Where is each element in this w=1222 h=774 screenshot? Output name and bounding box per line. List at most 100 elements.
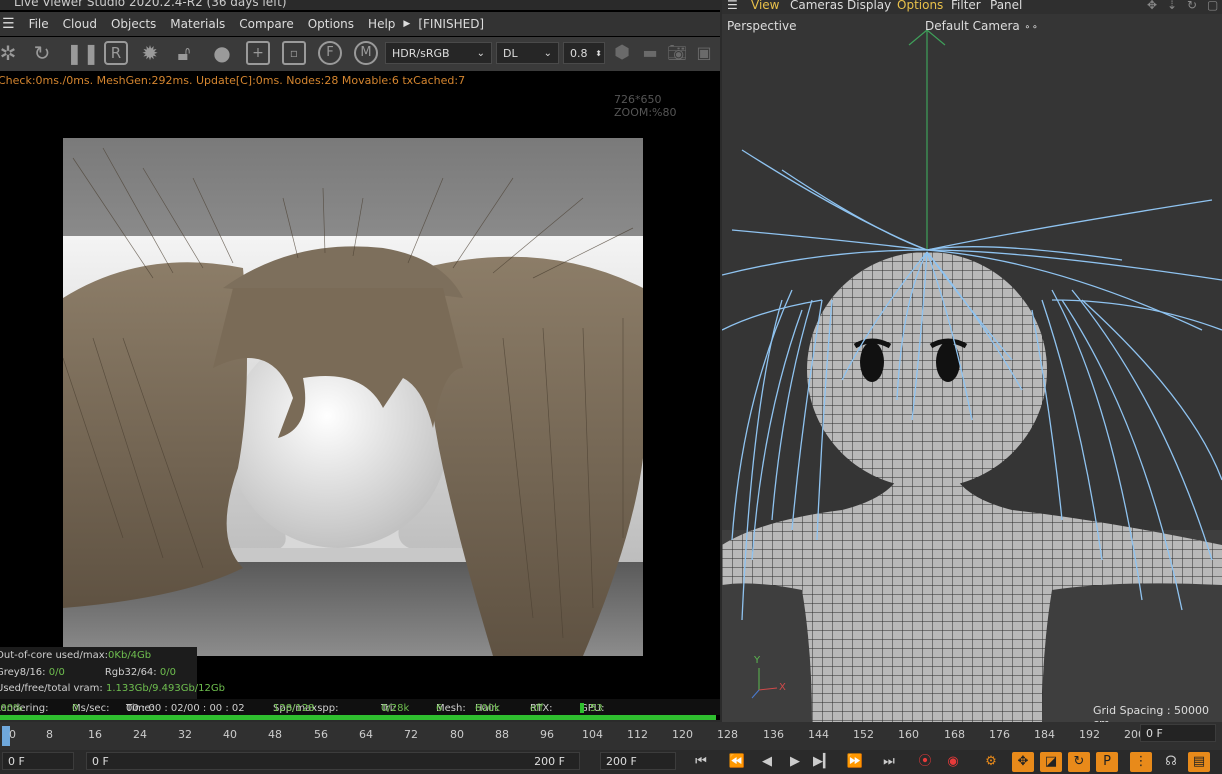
kernel-value: DL bbox=[503, 47, 518, 60]
current-frame-field[interactable]: 0 F bbox=[1140, 724, 1216, 742]
keyframe-selection-icon[interactable]: ⚙ bbox=[980, 752, 1002, 772]
render-state: [FINISHED] bbox=[418, 17, 485, 31]
tick: 184 bbox=[1034, 728, 1055, 741]
live-viewer-panel: Live Viewer Studio 2020.2.4-R2 (36 days … bbox=[0, 0, 720, 720]
go-to-end-icon[interactable]: ⏭ bbox=[878, 752, 900, 772]
clay-mode-icon[interactable]: ▫ bbox=[282, 41, 306, 65]
vram-info: Out-of-core used/max:0Kb/4Gb Grey8/16: 0… bbox=[0, 647, 225, 699]
vp-menu-options[interactable]: Options bbox=[897, 0, 943, 12]
tick: 128 bbox=[717, 728, 738, 741]
exposure-value: 0.8 bbox=[570, 47, 588, 60]
exposure-stepper[interactable]: 0.8 ⬍ bbox=[563, 42, 605, 64]
chevron-down-icon: ⌄ bbox=[476, 48, 485, 59]
preview-range-field[interactable]: 0 F 200 F bbox=[86, 752, 580, 770]
settings-gear-icon[interactable]: ✹ bbox=[138, 41, 162, 65]
hamburger-icon[interactable]: ☰ bbox=[2, 16, 15, 32]
lock-icon[interactable]: 🔓︎ bbox=[172, 41, 196, 65]
tick: 56 bbox=[314, 728, 328, 741]
zoom-view-icon[interactable]: ⇣ bbox=[1167, 0, 1177, 12]
next-key-icon[interactable]: ⏩ bbox=[844, 752, 866, 772]
tick: 72 bbox=[404, 728, 418, 741]
autokey-icon[interactable]: ◉ bbox=[942, 752, 964, 772]
toggle-view-icon[interactable]: ▢ bbox=[1207, 0, 1218, 12]
render-image[interactable] bbox=[63, 138, 643, 656]
send-scene-icon[interactable]: ✲ bbox=[0, 41, 20, 65]
material-ball-icon[interactable]: ● bbox=[210, 41, 234, 65]
axis-x-label: X bbox=[779, 682, 786, 693]
scale-key-icon[interactable]: ◪ bbox=[1040, 752, 1062, 772]
add-region-icon[interactable]: + bbox=[246, 41, 270, 65]
viewport-projection: Perspective bbox=[727, 19, 797, 33]
colorspace-select[interactable]: HDR/sRGB ⌄ bbox=[385, 42, 492, 64]
camera-link-icon: ⚬⚬ bbox=[1023, 23, 1039, 33]
vp-menu-display[interactable]: Display bbox=[847, 0, 891, 12]
stepper-arrows-icon: ⬍ bbox=[595, 49, 602, 58]
record-icon[interactable]: ⦿ bbox=[914, 752, 936, 772]
go-to-start-icon[interactable]: ⏮ bbox=[690, 752, 712, 772]
tick: 144 bbox=[808, 728, 829, 741]
outofcore-row: Out-of-core used/max:0Kb/4Gb bbox=[0, 650, 152, 661]
rotate-view-icon[interactable]: ↻ bbox=[1187, 0, 1197, 12]
film-icon[interactable]: ▬ bbox=[638, 41, 662, 65]
left-eye bbox=[860, 342, 884, 382]
menu-compare[interactable]: Compare bbox=[239, 17, 293, 31]
tick: 88 bbox=[495, 728, 509, 741]
menu-help[interactable]: Help bbox=[368, 17, 395, 31]
previous-key-icon[interactable]: ⏪ bbox=[726, 752, 748, 772]
image-icon[interactable]: ▣ bbox=[692, 41, 716, 65]
app-title: Live Viewer Studio 2020.2.4-R2 (36 days … bbox=[14, 0, 287, 9]
previous-frame-icon[interactable]: ◀ bbox=[756, 752, 778, 772]
render-image-canvas bbox=[63, 138, 643, 656]
title-bar: Live Viewer Studio 2020.2.4-R2 (36 days … bbox=[0, 0, 720, 10]
hexagon-icon[interactable]: ⬢ bbox=[610, 41, 634, 65]
menu-options[interactable]: Options bbox=[308, 17, 354, 31]
region-render-icon[interactable]: R bbox=[104, 41, 128, 65]
tick: 32 bbox=[178, 728, 192, 741]
restart-render-icon[interactable]: ↻ bbox=[30, 41, 54, 65]
colorspace-value: HDR/sRGB bbox=[392, 47, 450, 60]
point-level-icon[interactable]: ⋮ bbox=[1130, 752, 1152, 772]
viewport-canvas bbox=[722, 0, 1222, 722]
vp-menu-filter[interactable]: Filter bbox=[951, 0, 981, 12]
tick: 16 bbox=[88, 728, 102, 741]
material-pick-icon[interactable]: M bbox=[354, 41, 378, 65]
camera-icon[interactable]: 📷︎ bbox=[665, 41, 689, 65]
axis-y-label: Y bbox=[754, 655, 761, 666]
toolbar: ✲ ↻ ❚❚ R ✹ 🔓︎ ● + ▫ F M HDR/sRGB ⌄ DL ⌄ … bbox=[0, 37, 720, 71]
tick: 136 bbox=[763, 728, 784, 741]
perspective-viewport[interactable]: ☰ View Cameras Display Options Filter Pa… bbox=[722, 0, 1222, 722]
timeline-ruler[interactable]: 0 8 16 24 32 40 48 56 64 72 80 88 96 104… bbox=[0, 722, 1222, 750]
vp-menu-cameras[interactable]: Cameras bbox=[790, 0, 843, 12]
tick: 104 bbox=[582, 728, 603, 741]
end-frame-field[interactable]: 200 F bbox=[600, 752, 676, 770]
grid-spacing: Grid Spacing : 50000 cm bbox=[1093, 704, 1210, 722]
focus-pick-icon[interactable]: F bbox=[318, 41, 342, 65]
start-frame-field[interactable]: 0 F bbox=[2, 752, 74, 770]
menu-file[interactable]: File bbox=[29, 17, 49, 31]
timeline-film-icon[interactable]: ▤ bbox=[1188, 752, 1210, 772]
tick: 8 bbox=[46, 728, 53, 741]
menu-materials[interactable]: Materials bbox=[170, 17, 225, 31]
tick: 152 bbox=[853, 728, 874, 741]
play-icon[interactable]: ▶ bbox=[784, 752, 806, 772]
interpolation-icon[interactable]: ☊ bbox=[1160, 752, 1182, 772]
tick: 80 bbox=[450, 728, 464, 741]
parameter-key-icon[interactable]: P bbox=[1096, 752, 1118, 772]
tick: 168 bbox=[944, 728, 965, 741]
position-key-icon[interactable]: ✥ bbox=[1012, 752, 1034, 772]
tick: 0 bbox=[9, 728, 16, 741]
pause-icon[interactable]: ❚❚ bbox=[66, 41, 100, 65]
tick: 24 bbox=[133, 728, 147, 741]
rotation-key-icon[interactable]: ↻ bbox=[1068, 752, 1090, 772]
stats-text: Check:0ms./0ms. MeshGen:292ms. Update[C]… bbox=[0, 74, 466, 87]
menu-cloud[interactable]: Cloud bbox=[63, 17, 97, 31]
hamburger-icon[interactable]: ☰ bbox=[727, 0, 738, 12]
move-view-icon[interactable]: ✥ bbox=[1147, 0, 1157, 12]
kernel-select[interactable]: DL ⌄ bbox=[496, 42, 559, 64]
viewport-menu-bar: ☰ View Cameras Display Options Filter Pa… bbox=[722, 0, 1222, 14]
transport-bar: 0 F 0 F 200 F 200 F ⏮ ⏪ ◀ ▶ ▶▎ ⏩ ⏭ ⦿ ◉ ⚙… bbox=[0, 750, 1222, 774]
vp-menu-panel[interactable]: Panel bbox=[990, 0, 1022, 12]
menu-objects[interactable]: Objects bbox=[111, 17, 156, 31]
next-frame-icon[interactable]: ▶▎ bbox=[812, 752, 834, 772]
vp-menu-view[interactable]: View bbox=[751, 0, 779, 12]
